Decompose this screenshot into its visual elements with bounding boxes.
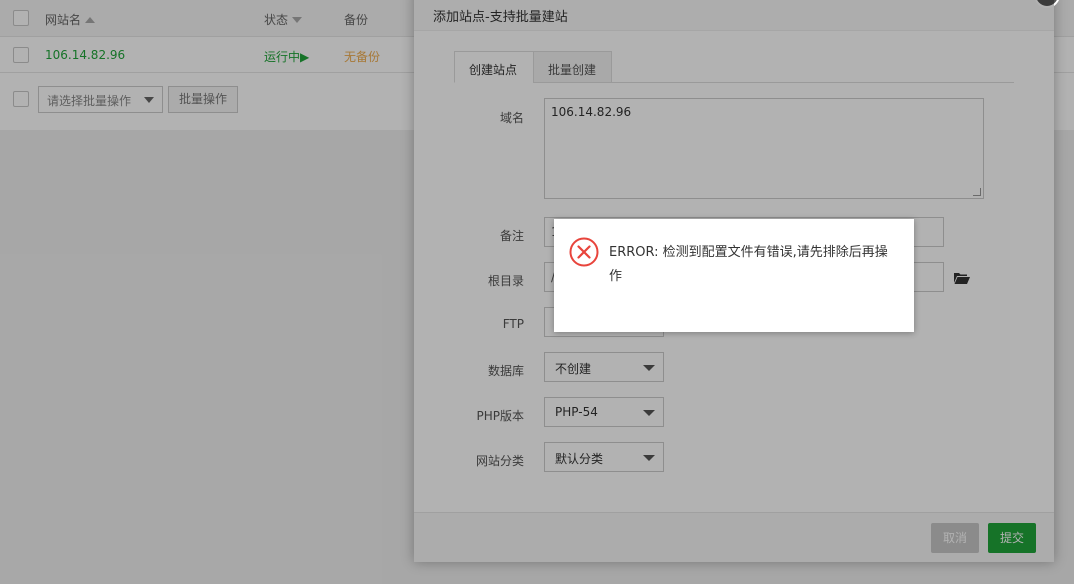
error-icon	[569, 237, 599, 267]
error-popup: ERROR: 检测到配置文件有错误,请先排除后再操作	[554, 219, 914, 332]
error-message: ERROR: 检测到配置文件有错误,请先排除后再操作	[609, 245, 888, 284]
